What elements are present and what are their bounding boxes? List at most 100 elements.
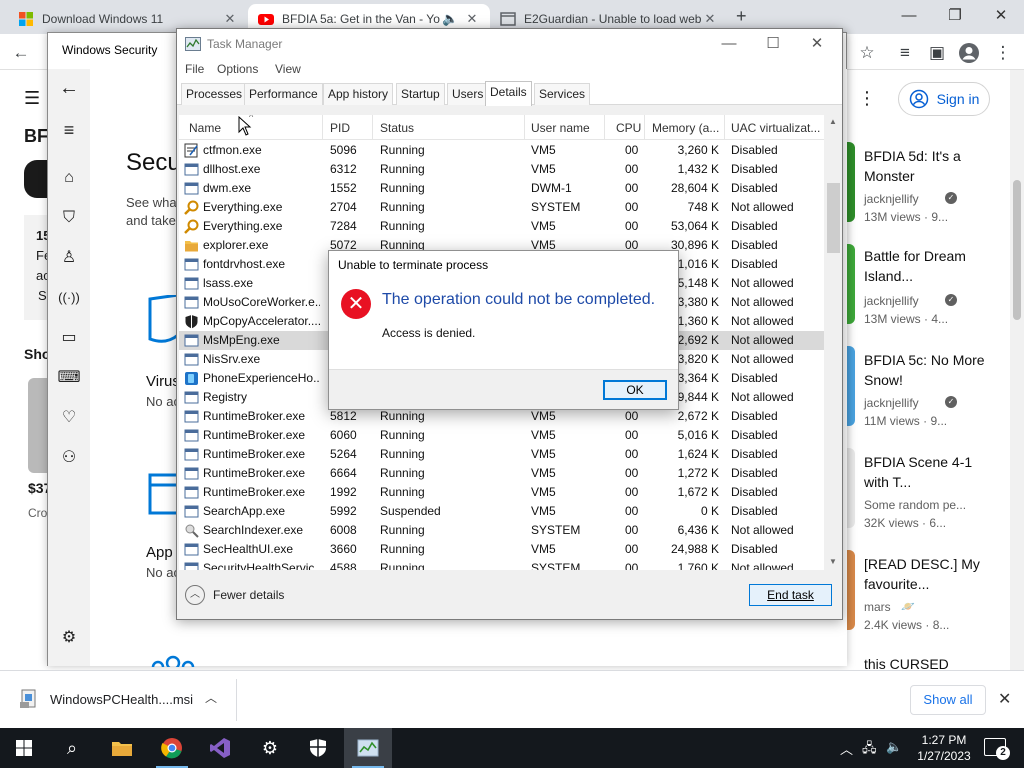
related-video-item[interactable]: BFDIA 5d: It's a Monster jacknjellify ✓ …: [843, 142, 1024, 242]
close-icon[interactable]: ✕: [222, 11, 238, 27]
fewer-details-button[interactable]: ︿ Fewer details: [185, 585, 284, 605]
column-header-cpu[interactable]: CPU: [616, 121, 641, 135]
tab-services[interactable]: Services: [534, 83, 591, 105]
related-video-item[interactable]: this CURSED ⋮: [843, 652, 1024, 670]
kebab-menu-icon[interactable]: ⋮: [858, 88, 876, 109]
scrollbar-thumb[interactable]: [827, 183, 840, 253]
profile-avatar-icon[interactable]: [956, 40, 982, 66]
app-browser-icon[interactable]: ▭: [56, 325, 82, 351]
related-video-item[interactable]: BFDIA 5c: No More Snow! jacknjellify ✓ 1…: [843, 346, 1024, 446]
table-row[interactable]: SearchIndexer.exe 6008 Running SYSTEM 00 6,43…: [179, 521, 824, 540]
video-title[interactable]: BFDIA Scene 4-1 with T...: [864, 452, 994, 492]
column-header-status[interactable]: Status: [380, 121, 414, 135]
chevron-up-icon[interactable]: ︿: [840, 739, 853, 758]
sign-in-button[interactable]: Sign in: [898, 82, 990, 116]
table-row[interactable]: SecHealthUI.exe 3660 Running VM5 00 24,988 K D…: [179, 540, 824, 559]
media-control-icon[interactable]: ≡: [892, 40, 918, 66]
table-scrollbar[interactable]: ▲ ▼: [825, 115, 842, 570]
channel-name[interactable]: mars: [864, 600, 891, 614]
network-icon[interactable]: 🖧: [862, 739, 877, 761]
column-header-uac[interactable]: UAC virtualizat...: [731, 121, 820, 135]
chrome-icon[interactable]: [148, 728, 196, 768]
network-icon[interactable]: ((·)): [56, 285, 82, 311]
task-manager-taskbar-icon[interactable]: [344, 728, 392, 768]
scroll-down-icon[interactable]: ▼: [829, 557, 837, 566]
related-video-item[interactable]: Battle for Dream Island... jacknjellify …: [843, 244, 1024, 344]
table-row[interactable]: RuntimeBroker.exe 6060 Running VM5 00 5,016 K…: [179, 426, 824, 445]
column-header-memory[interactable]: Memory (a...: [652, 121, 719, 135]
tab-app-history[interactable]: App history: [323, 83, 394, 105]
gear-icon[interactable]: ⚙: [56, 625, 82, 651]
table-row[interactable]: RuntimeBroker.exe 5264 Running VM5 00 1,624 K…: [179, 445, 824, 464]
minimize-icon[interactable]: —: [886, 0, 932, 32]
side-panel-icon[interactable]: ▣: [924, 40, 950, 66]
virus-protection-title[interactable]: Virus: [146, 373, 180, 390]
app-browser-control-title[interactable]: App: [146, 544, 173, 561]
channel-name[interactable]: jacknjellify: [864, 294, 919, 308]
clock[interactable]: 1:27 PM 1/27/2023: [912, 732, 976, 764]
close-icon[interactable]: ✕: [795, 31, 839, 57]
table-row[interactable]: Everything.exe 2704 Running SYSTEM 00 748 K No…: [179, 198, 824, 217]
tab-processes[interactable]: Processes: [181, 83, 248, 105]
end-task-button[interactable]: End task: [749, 584, 832, 606]
restore-icon[interactable]: ❐: [932, 0, 978, 32]
tab-performance[interactable]: Performance: [244, 83, 323, 105]
back-arrow-icon[interactable]: ←: [8, 40, 34, 66]
related-video-item[interactable]: BFDIA Scene 4-1 with T... Some random pe…: [843, 448, 1024, 548]
table-row[interactable]: SecurityHealthServic... 4588 Running SYSTEM…: [179, 559, 824, 570]
family-icon[interactable]: ⚇: [56, 445, 82, 471]
file-explorer-icon[interactable]: [98, 728, 146, 768]
tab-details[interactable]: Details: [485, 81, 532, 106]
column-header-name[interactable]: Name: [189, 121, 221, 135]
video-title[interactable]: [READ DESC.] My favourite...: [864, 554, 994, 594]
hamburger-menu-icon[interactable]: ≡: [56, 117, 82, 143]
video-title[interactable]: BFDIA 5d: It's a Monster: [864, 146, 994, 186]
column-header-user-name[interactable]: User name: [531, 121, 590, 135]
new-tab-button[interactable]: +: [736, 6, 747, 27]
column-header-pid[interactable]: PID: [330, 121, 350, 135]
maximize-icon[interactable]: ☐: [751, 31, 795, 57]
table-row[interactable]: dllhost.exe 6312 Running VM5 00 1,432 K Disabl…: [179, 160, 824, 179]
menu-options[interactable]: Options: [217, 62, 258, 76]
minimize-icon[interactable]: —: [707, 31, 751, 57]
table-row[interactable]: SearchApp.exe 5992 Suspended VM5 00 0 K Disabl…: [179, 502, 824, 521]
bookmark-star-icon[interactable]: ☆: [854, 40, 880, 66]
kebab-menu-icon[interactable]: ⋮: [990, 40, 1016, 66]
start-button[interactable]: [0, 728, 48, 768]
table-row[interactable]: ctfmon.exe 5096 Running VM5 00 3,260 K Disable…: [179, 141, 824, 160]
video-title[interactable]: this CURSED: [864, 654, 994, 670]
health-heart-icon[interactable]: ♡: [56, 405, 82, 431]
channel-name[interactable]: jacknjellify: [864, 396, 919, 410]
speaker-icon[interactable]: 🔈: [442, 11, 458, 27]
close-icon[interactable]: ✕: [702, 11, 718, 27]
laptop-icon[interactable]: ⌨: [56, 365, 82, 391]
video-title[interactable]: Battle for Dream Island...: [864, 246, 994, 286]
close-icon[interactable]: ✕: [978, 0, 1024, 32]
close-icon[interactable]: ✕: [464, 11, 480, 27]
table-row[interactable]: RuntimeBroker.exe 1992 Running VM5 00 1,672 K…: [179, 483, 824, 502]
table-row[interactable]: dwm.exe 1552 Running DWM-1 00 28,604 K Disable…: [179, 179, 824, 198]
home-icon[interactable]: ⌂: [56, 165, 82, 191]
scroll-up-icon[interactable]: ▲: [829, 117, 837, 126]
close-icon[interactable]: ✕: [998, 689, 1011, 709]
ok-button[interactable]: OK: [603, 380, 667, 400]
page-scrollbar[interactable]: [1010, 70, 1024, 670]
video-title[interactable]: BFDIA 5c: No More Snow!: [864, 350, 994, 390]
back-arrow-icon[interactable]: ←: [56, 75, 82, 101]
related-video-item[interactable]: [READ DESC.] My favourite... mars 🪐 2.4K…: [843, 550, 1024, 650]
visual-studio-icon[interactable]: [196, 728, 244, 768]
shield-icon[interactable]: ⛉: [56, 205, 82, 231]
table-row[interactable]: Everything.exe 7284 Running VM5 00 53,064 K Di…: [179, 217, 824, 236]
tab-users[interactable]: Users: [447, 83, 489, 105]
search-icon[interactable]: ⌕: [48, 728, 96, 768]
download-item[interactable]: WindowsPCHealth....msi: [20, 689, 193, 709]
scrollbar-thumb[interactable]: [1013, 180, 1021, 320]
volume-icon[interactable]: 🔈: [886, 739, 902, 755]
hamburger-menu-icon[interactable]: ☰: [24, 88, 40, 109]
windows-security-shield-icon[interactable]: [294, 728, 342, 768]
table-row[interactable]: RuntimeBroker.exe 6664 Running VM5 00 1,272 K…: [179, 464, 824, 483]
show-all-button[interactable]: Show all: [910, 685, 986, 715]
channel-name[interactable]: jacknjellify: [864, 192, 919, 206]
menu-view[interactable]: View: [275, 62, 301, 76]
channel-name[interactable]: Some random pe...: [864, 498, 966, 512]
